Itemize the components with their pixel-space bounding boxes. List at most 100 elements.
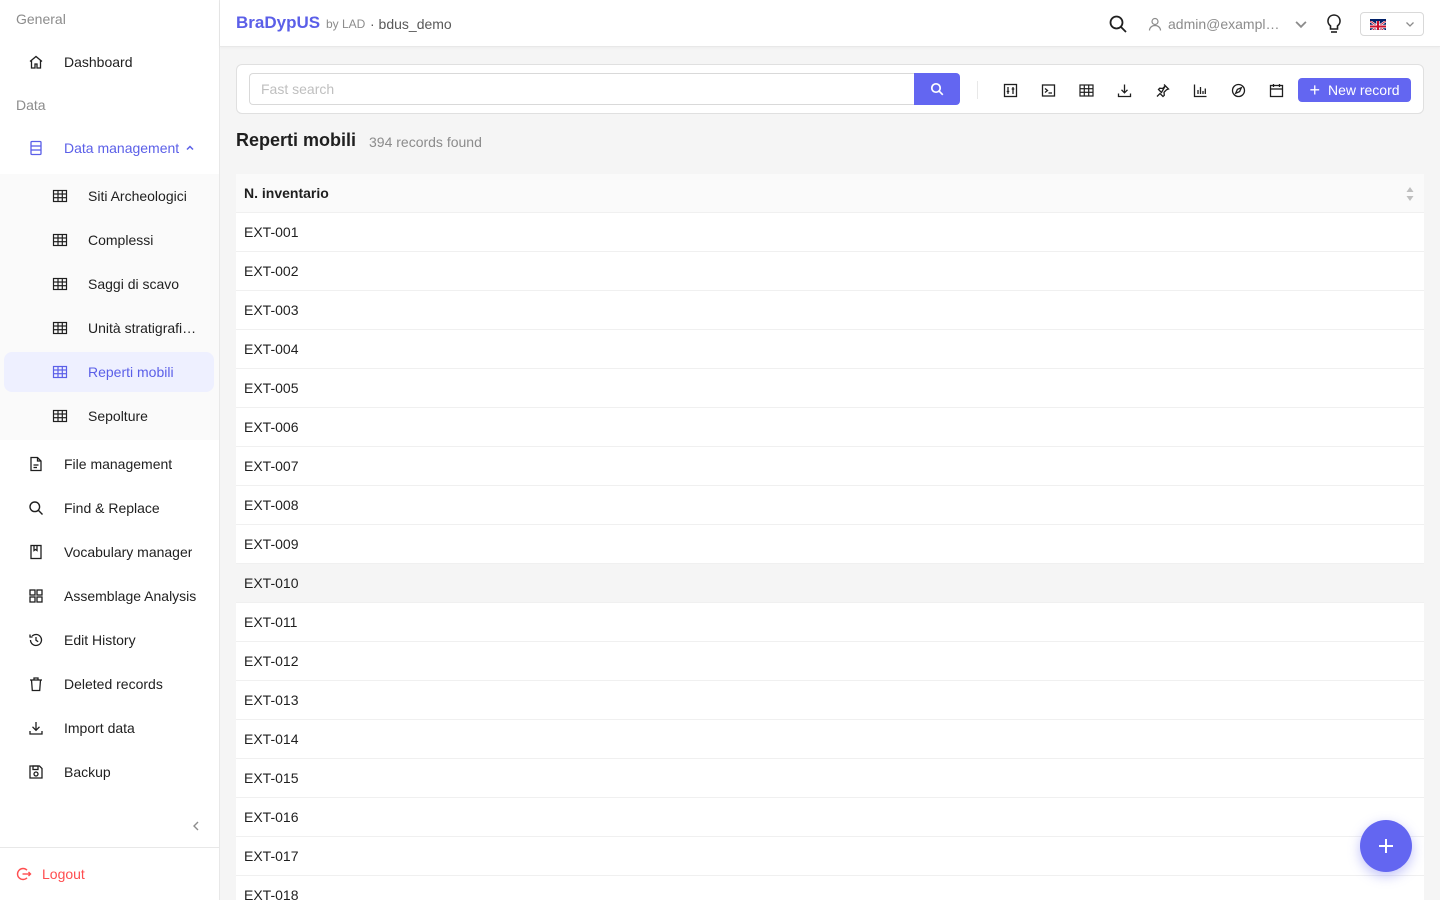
sidebar-subitem-saggi-di-scavo[interactable]: Saggi di scavo — [4, 264, 214, 304]
sidebar-item-label: Edit History — [64, 632, 136, 648]
table-row[interactable]: EXT-005 — [236, 369, 1424, 408]
table-row[interactable]: EXT-007 — [236, 447, 1424, 486]
chevron-down-icon — [1295, 21, 1307, 29]
sidebar-subitem-label: Reperti mobili — [88, 364, 174, 380]
table-row[interactable]: EXT-002 — [236, 252, 1424, 291]
section-label-general: General — [16, 11, 66, 27]
search-button[interactable] — [914, 73, 960, 105]
sidebar-subitem-unita-stratigrafiche[interactable]: Unità stratigrafiche — [4, 308, 214, 348]
download-icon — [1117, 84, 1131, 97]
user-icon — [1148, 17, 1162, 31]
sidebar-subitem-reperti-mobili[interactable]: Reperti mobili — [4, 352, 214, 392]
table-row[interactable]: EXT-012 — [236, 642, 1424, 681]
sidebar-item-label: Find & Replace — [64, 500, 160, 516]
sidebar-subitem-label: Sepolture — [88, 408, 148, 424]
table-row[interactable]: EXT-008 — [236, 486, 1424, 525]
column-header-label: N. inventario — [244, 185, 329, 201]
sidebar-subitem-sepolture[interactable]: Sepolture — [4, 396, 214, 436]
section-label-data: Data — [16, 97, 46, 113]
bar-chart-icon — [1193, 84, 1206, 97]
language-select[interactable] — [1360, 12, 1424, 36]
database-icon — [28, 140, 44, 156]
table-row[interactable]: EXT-010 — [236, 564, 1424, 603]
sidebar-subitem-label: Siti Archeologici — [88, 188, 187, 204]
toolbar-divider — [977, 81, 978, 99]
save-icon — [28, 764, 44, 780]
table-cell-n-inventario: EXT-017 — [244, 848, 299, 864]
sidebar-item-data-management[interactable]: Data management — [4, 128, 214, 168]
sidebar-item-vocabulary-manager[interactable]: Vocabulary manager — [4, 532, 214, 572]
sidebar-subitem-complessi[interactable]: Complessi — [4, 220, 214, 260]
user-menu[interactable]: admin@example.com — [1148, 14, 1308, 34]
chart-button[interactable] — [1189, 79, 1211, 101]
table-view-button[interactable] — [1075, 79, 1097, 101]
logout-button[interactable]: Logout — [16, 862, 85, 886]
table-row[interactable]: EXT-016 — [236, 798, 1424, 837]
new-record-label: New record — [1327, 82, 1400, 98]
table-row[interactable]: EXT-018 — [236, 876, 1424, 900]
sidebar-item-dashboard[interactable]: Dashboard — [4, 42, 214, 82]
sidebar-subitem-siti-archeologici[interactable]: Siti Archeologici — [4, 176, 214, 216]
sidebar-item-assemblage-analysis[interactable]: Assemblage Analysis — [4, 576, 214, 616]
map-button[interactable] — [1227, 79, 1249, 101]
logout-icon — [16, 867, 32, 881]
sidebar-collapse-button[interactable] — [186, 816, 206, 836]
sidebar-item-label: Deleted records — [64, 676, 163, 692]
table-cell-n-inventario: EXT-002 — [244, 263, 299, 279]
tips-button[interactable] — [1324, 13, 1344, 35]
column-header-n-inventario[interactable]: N. inventario — [236, 174, 1424, 213]
uk-flag-icon — [1370, 18, 1386, 30]
sidebar-item-label: Data management — [64, 140, 180, 156]
calendar-button[interactable] — [1265, 79, 1287, 101]
global-search-button[interactable] — [1108, 14, 1128, 34]
table-row[interactable]: EXT-011 — [236, 603, 1424, 642]
top-header: BraDypUS by LAD · bdus_demo admin@exampl… — [220, 0, 1440, 47]
table-row[interactable]: EXT-006 — [236, 408, 1424, 447]
filter-builder-button[interactable] — [999, 79, 1021, 101]
home-icon — [28, 54, 44, 70]
table-cell-n-inventario: EXT-008 — [244, 497, 299, 513]
table-cell-n-inventario: EXT-001 — [244, 224, 299, 240]
pin-button[interactable] — [1151, 79, 1173, 101]
sidebar-item-backup[interactable]: Backup — [4, 752, 214, 792]
sidebar-item-import-data[interactable]: Import data — [4, 708, 214, 748]
calendar-icon — [1269, 83, 1283, 97]
sidebar-item-file-management[interactable]: File management — [4, 444, 214, 484]
grid-icon — [28, 588, 44, 604]
sidebar-item-label: Assemblage Analysis — [64, 588, 197, 604]
sidebar-item-edit-history[interactable]: Edit History — [4, 620, 214, 660]
export-button[interactable] — [1113, 79, 1135, 101]
table-row[interactable]: EXT-004 — [236, 330, 1424, 369]
database-name: · bdus_demo — [370, 16, 452, 32]
table-icon — [1078, 83, 1094, 97]
table-row[interactable]: EXT-014 — [236, 720, 1424, 759]
table-cell-n-inventario: EXT-005 — [244, 380, 299, 396]
table-cell-n-inventario: EXT-010 — [244, 575, 299, 591]
table-cell-n-inventario: EXT-007 — [244, 458, 299, 474]
plus-icon — [1379, 839, 1393, 853]
table-icon — [52, 276, 68, 292]
table-cell-n-inventario: EXT-003 — [244, 302, 299, 318]
sidebar-item-label: Vocabulary manager — [64, 544, 193, 560]
sql-query-button[interactable] — [1037, 79, 1059, 101]
table-icon — [52, 188, 68, 204]
new-record-button[interactable]: + New record — [1298, 78, 1411, 102]
table-row[interactable]: EXT-015 — [236, 759, 1424, 798]
records-count: 394 records found — [369, 134, 482, 150]
chevron-up-icon — [185, 143, 195, 153]
table-row[interactable]: EXT-017 — [236, 837, 1424, 876]
fast-search-input[interactable] — [249, 73, 915, 105]
table-row[interactable]: EXT-013 — [236, 681, 1424, 720]
logout-label: Logout — [42, 866, 85, 882]
table-row[interactable]: EXT-009 — [236, 525, 1424, 564]
table-cell-n-inventario: EXT-016 — [244, 809, 299, 825]
sidebar-item-deleted-records[interactable]: Deleted records — [4, 664, 214, 704]
floating-add-button[interactable] — [1360, 820, 1412, 872]
table-row[interactable]: EXT-003 — [236, 291, 1424, 330]
sidebar-item-find-replace[interactable]: Find & Replace — [4, 488, 214, 528]
toolbar: + New record — [236, 64, 1424, 114]
table-cell-n-inventario: EXT-014 — [244, 731, 299, 747]
table-cell-n-inventario: EXT-004 — [244, 341, 299, 357]
table-row[interactable]: EXT-001 — [236, 213, 1424, 252]
brand-logo[interactable]: BraDypUS — [236, 13, 320, 33]
